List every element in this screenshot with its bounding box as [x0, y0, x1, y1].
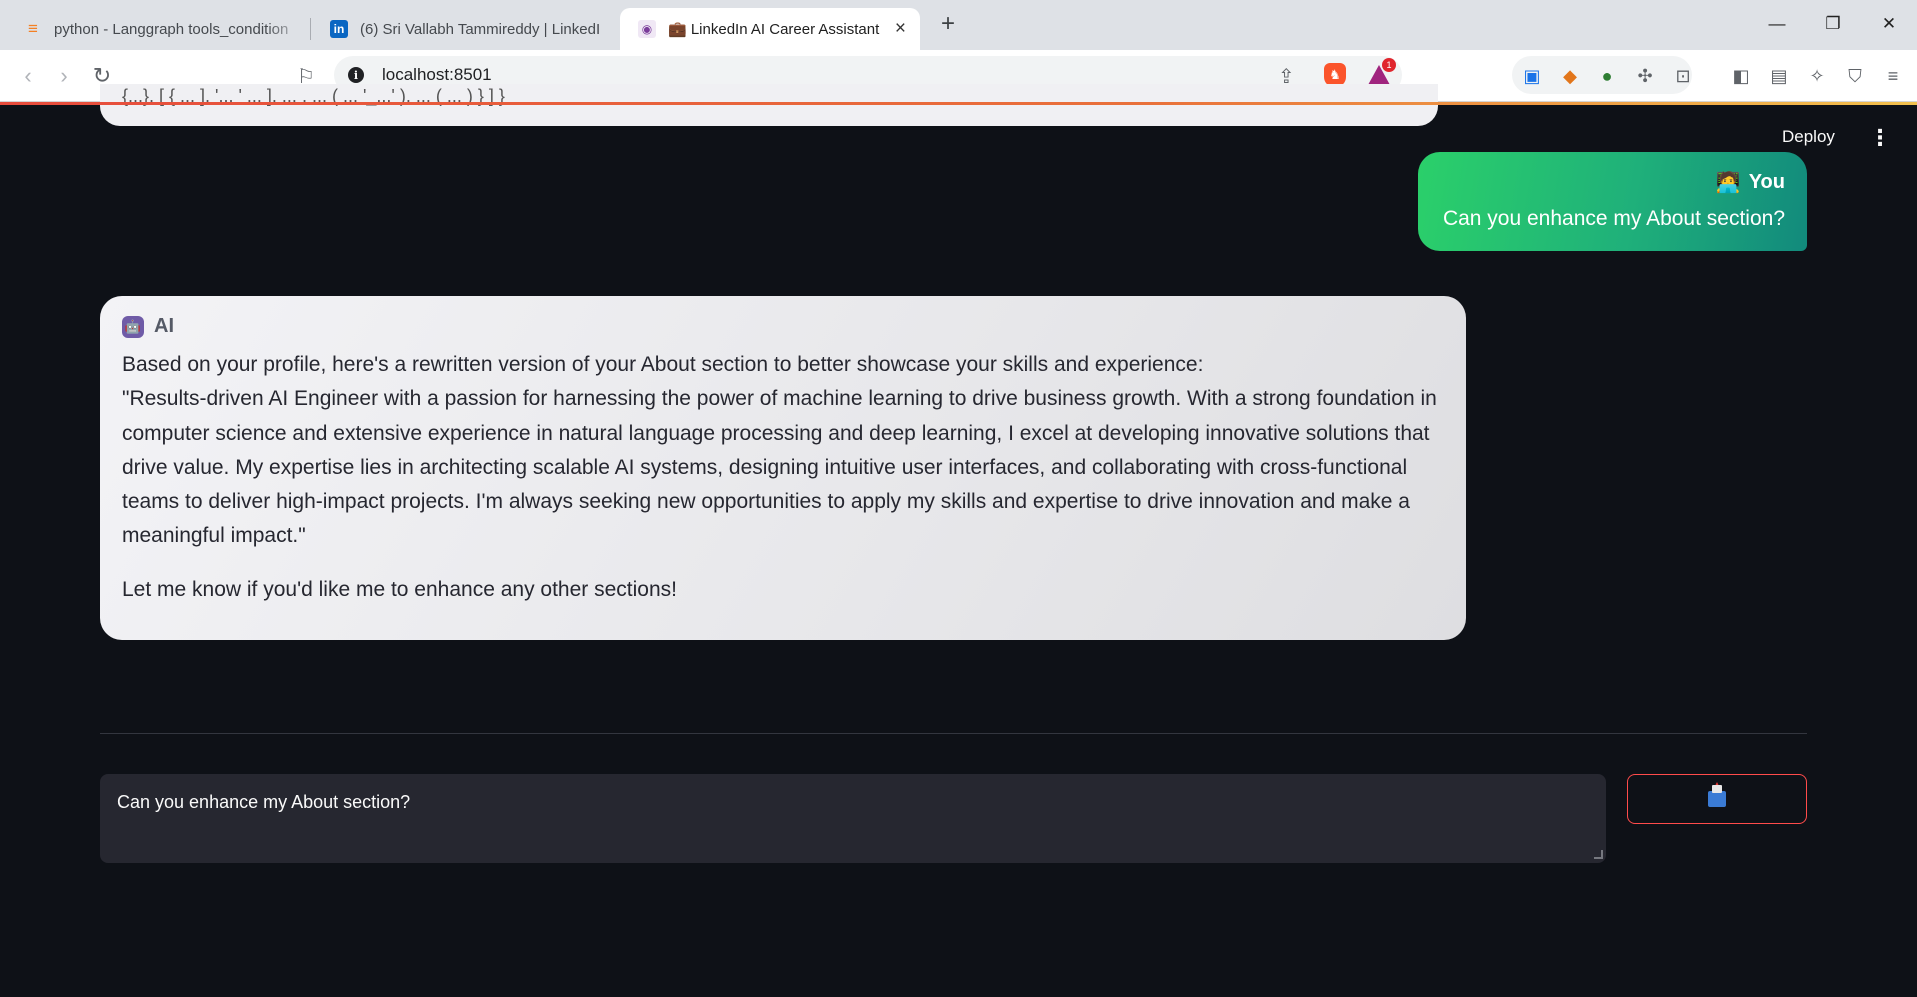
resize-handle-icon[interactable]	[1594, 850, 1603, 859]
browser-menu-icon[interactable]: ≡	[1880, 63, 1906, 89]
tab-stackoverflow[interactable]: ≡ python - Langgraph tools_condition (	[6, 8, 306, 50]
minimize-button[interactable]: —	[1754, 8, 1800, 40]
ai-message-header: 🤖 AI	[122, 315, 174, 338]
screen-capture-extension-icon[interactable]: ▣	[1519, 63, 1545, 89]
browser-tab-bar: ≡ python - Langgraph tools_condition ( i…	[0, 0, 1917, 50]
user-avatar: 🧑‍💻	[1715, 172, 1741, 194]
ai-closing-text: Let me know if you'd like me to enhance …	[122, 577, 677, 601]
globe-extension-icon[interactable]: ●	[1594, 63, 1620, 89]
chat-divider	[100, 733, 1807, 734]
tab-linkedin[interactable]: in (6) Sri Vallabh Tammireddy | LinkedIn	[312, 8, 614, 50]
rewards-badge: 1	[1382, 58, 1396, 72]
tab-career-assistant[interactable]: ◉ 💼 LinkedIn AI Career Assistant ×	[620, 8, 920, 50]
extensions-puzzle-icon[interactable]: ✣	[1632, 63, 1658, 89]
robot-icon: ◉	[638, 20, 656, 38]
app-menu-icon[interactable]: ⋮	[1869, 124, 1891, 152]
stackoverflow-icon: ≡	[28, 19, 38, 38]
user-message-header: 🧑‍💻 You	[1716, 170, 1785, 195]
ai-intro-text: Based on your profile, here's a rewritte…	[122, 353, 1204, 376]
tab-label: (6) Sri Vallabh Tammireddy | LinkedIn	[360, 20, 600, 38]
forward-icon[interactable]: ›	[50, 62, 78, 90]
restore-button[interactable]: ❐	[1810, 8, 1856, 40]
linkedin-icon: in	[330, 20, 348, 38]
ai-avatar: 🤖	[122, 315, 144, 338]
tab-label: python - Langgraph tools_condition (	[54, 20, 292, 38]
tab-label: 💼 LinkedIn AI Career Assistant	[668, 21, 880, 38]
sidebar-icon[interactable]: ◧	[1728, 63, 1754, 89]
new-tab-button[interactable]: +	[934, 10, 962, 38]
user-sender-label: You	[1748, 171, 1785, 193]
vpn-shield-icon[interactable]: ⛉	[1842, 63, 1868, 89]
user-message-text: Can you enhance my About section?	[1442, 207, 1785, 230]
back-icon[interactable]: ‹	[14, 62, 42, 90]
url-text[interactable]: localhost:8501	[382, 65, 492, 85]
close-tab-icon[interactable]: ×	[895, 18, 906, 40]
deploy-button[interactable]: Deploy	[1782, 127, 1835, 147]
close-window-button[interactable]: ✕	[1866, 8, 1912, 40]
chat-input[interactable]: Can you enhance my About section?	[100, 774, 1606, 863]
wallet-icon[interactable]: ▤	[1766, 63, 1792, 89]
metamask-extension-icon[interactable]: ◆	[1557, 63, 1583, 89]
ai-message: 🤖 AI Based on your profile, here's a rew…	[100, 296, 1466, 640]
page-loading-bar	[0, 102, 1917, 105]
site-info-icon[interactable]: i	[348, 67, 364, 83]
reader-mode-icon[interactable]: ⊡	[1670, 63, 1696, 89]
ai-sender-label: AI	[154, 315, 174, 337]
outbox-icon	[1708, 782, 1726, 807]
ai-rewritten-about: "Results-driven AI Engineer with a passi…	[122, 387, 1437, 548]
leo-ai-icon[interactable]: ✧	[1804, 63, 1830, 89]
user-message: 🧑‍💻 You Can you enhance my About section…	[1418, 152, 1807, 251]
ai-message-body: Based on your profile, here's a rewritte…	[122, 348, 1452, 607]
send-button[interactable]	[1627, 774, 1807, 824]
previous-ai-message: {...}, [ { ... ], '... ' ... ], ... , ..…	[100, 84, 1438, 126]
